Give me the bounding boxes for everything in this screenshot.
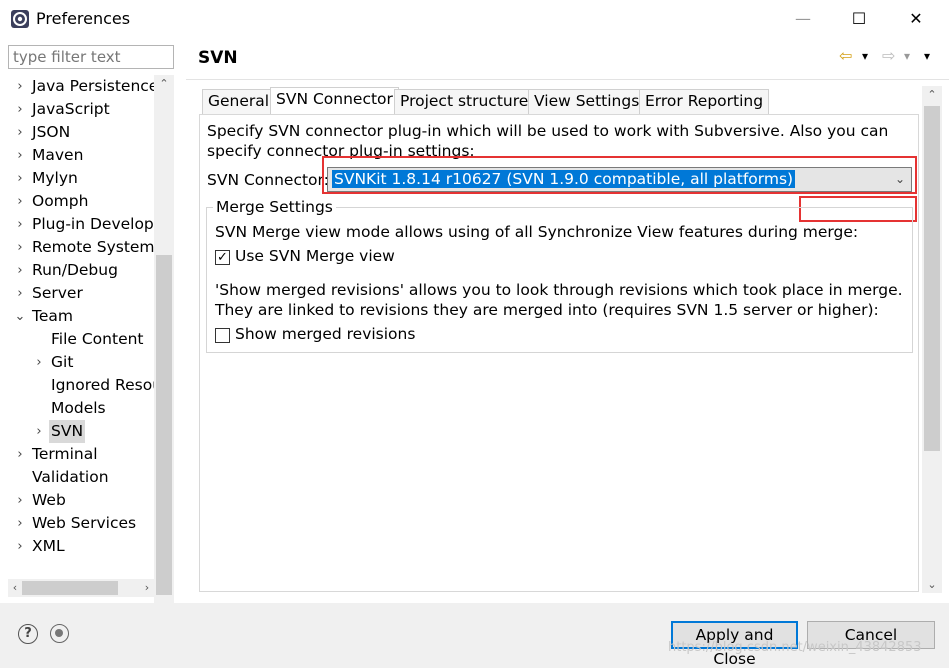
scroll-right-icon[interactable]: ›: [140, 579, 154, 597]
group-title: Merge Settings: [213, 198, 336, 216]
watermark: https://blog.csdn.net/weixin_43842853: [668, 640, 922, 655]
svn-connector-panel: Specify SVN connector plug-in which will…: [199, 114, 919, 592]
tree-item-label: XML: [32, 537, 65, 555]
tree-vertical-scrollbar[interactable]: ⌃ ⌄: [154, 75, 174, 615]
tree-item-label: SVN: [49, 420, 86, 443]
tree-item-label: Terminal: [32, 445, 98, 463]
chevron-right-icon[interactable]: ›: [14, 121, 26, 144]
chevron-right-icon[interactable]: ›: [33, 420, 45, 443]
tree-item-label: Mylyn: [32, 169, 78, 187]
chevron-right-icon[interactable]: ›: [14, 259, 26, 282]
tree-item-label: Models: [51, 399, 106, 417]
chevron-down-icon[interactable]: ⌄: [14, 305, 26, 328]
back-arrow-icon[interactable]: ⇦: [839, 46, 852, 65]
record-icon[interactable]: [50, 624, 69, 643]
scroll-down-icon[interactable]: ⌄: [922, 576, 942, 593]
tree-item-label: JSON: [32, 123, 71, 141]
chevron-right-icon[interactable]: ›: [14, 489, 26, 512]
page-title: SVN: [198, 48, 238, 68]
preferences-tree-pane: type filter text › Java Persistence › Ja…: [0, 38, 183, 615]
close-button[interactable]: ✕: [893, 0, 939, 38]
scrollbar-thumb[interactable]: [22, 581, 118, 595]
use-svn-merge-label[interactable]: Use SVN Merge view: [235, 247, 395, 265]
eclipse-app-icon: [11, 10, 29, 28]
chevron-right-icon[interactable]: ›: [14, 190, 26, 213]
tree-item-label: File Content: [51, 330, 144, 348]
chevron-right-icon[interactable]: ›: [33, 351, 45, 374]
back-menu-icon[interactable]: ▾: [862, 49, 868, 63]
chevron-right-icon[interactable]: ›: [14, 144, 26, 167]
scroll-up-icon[interactable]: ⌃: [922, 86, 942, 103]
tree-item-label: Validation: [32, 468, 109, 486]
chevron-right-icon[interactable]: ›: [14, 535, 26, 558]
tree-item-label: Web: [32, 491, 66, 509]
tab-project-structure[interactable]: Project structure: [394, 89, 535, 114]
tree-item-label: Maven: [32, 146, 84, 164]
tree-item-label: Server: [32, 284, 83, 302]
tree-item-label: Ignored Resou: [51, 376, 163, 394]
tree-item-label: Remote Systems: [32, 238, 163, 256]
minimize-button[interactable]: —: [780, 0, 826, 38]
tree-item-label: Plug-in Developr: [32, 215, 161, 233]
show-merged-checkbox[interactable]: [215, 328, 230, 343]
merge-settings-group: Merge Settings SVN Merge view mode allow…: [206, 198, 913, 353]
tab-svn-connector[interactable]: SVN Connector: [270, 87, 399, 114]
use-svn-merge-checkbox[interactable]: ✓: [215, 250, 230, 265]
tree-item-label: Java Persistence: [32, 77, 159, 95]
chevron-right-icon[interactable]: ›: [14, 443, 26, 466]
connector-description: Specify SVN connector plug-in which will…: [207, 122, 889, 160]
preferences-tree: › Java Persistence › JavaScript › JSON ›…: [0, 75, 175, 605]
chevron-right-icon[interactable]: ›: [14, 213, 26, 236]
title-bar: Preferences — ☐ ✕: [0, 0, 949, 38]
scrollbar-thumb[interactable]: [924, 106, 940, 451]
page-header: SVN ⇦ ▾ ⇨ ▾ ▾: [186, 38, 949, 80]
button-bar: ? Apply and Close Cancel https://blog.cs…: [0, 603, 949, 668]
scrollbar-thumb[interactable]: [156, 255, 172, 595]
filter-input[interactable]: type filter text: [8, 45, 174, 69]
chevron-right-icon[interactable]: ›: [14, 282, 26, 305]
help-icon[interactable]: ?: [18, 624, 38, 644]
svn-connector-label: SVN Connector:: [207, 171, 329, 189]
scroll-left-icon[interactable]: ‹: [8, 579, 22, 597]
tree-item-label: Oomph: [32, 192, 89, 210]
chevron-right-icon[interactable]: ›: [14, 167, 26, 190]
chevron-right-icon[interactable]: ›: [14, 98, 26, 121]
tree-item-label: Run/Debug: [32, 261, 118, 279]
preference-page: SVN ⇦ ▾ ⇨ ▾ ▾ General SVN Connector Proj…: [186, 38, 949, 603]
tab-error-reporting[interactable]: Error Reporting: [639, 89, 770, 114]
maximize-button[interactable]: ☐: [836, 0, 882, 38]
tree-horizontal-scrollbar[interactable]: ‹ ›: [8, 579, 154, 597]
page-vertical-scrollbar[interactable]: ⌃ ⌄: [922, 86, 942, 593]
tree-item-label: JavaScript: [32, 100, 110, 118]
tab-general[interactable]: General: [202, 89, 276, 114]
forward-menu-icon[interactable]: ▾: [904, 49, 910, 63]
window-title: Preferences: [36, 9, 131, 28]
tree-item-label: Web Services: [32, 514, 137, 532]
chevron-right-icon[interactable]: ›: [14, 236, 26, 259]
chevron-right-icon[interactable]: ›: [14, 512, 26, 535]
merge-mode-text: SVN Merge view mode allows using of all …: [215, 223, 859, 241]
forward-arrow-icon[interactable]: ⇨: [882, 46, 895, 65]
tab-view-settings[interactable]: View Settings: [528, 89, 646, 114]
chevron-right-icon[interactable]: ›: [14, 75, 26, 98]
highlight-annotation: [322, 156, 917, 194]
show-merged-label[interactable]: Show merged revisions: [235, 325, 415, 343]
scroll-up-icon[interactable]: ⌃: [154, 75, 174, 92]
tree-item-label: Team: [32, 307, 73, 325]
view-menu-icon[interactable]: ▾: [924, 49, 930, 63]
tree-item-label: Git: [51, 353, 74, 371]
show-merged-text: 'Show merged revisions' allows you to lo…: [215, 281, 903, 319]
